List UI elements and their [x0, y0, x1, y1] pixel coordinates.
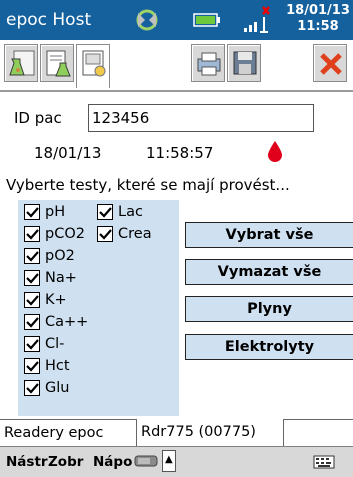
test-label: pCO2 [45, 226, 85, 242]
test-label: Na+ [45, 270, 77, 286]
blood-drop-icon [268, 141, 282, 162]
checkbox-icon [24, 226, 40, 242]
test-label: Cl- [45, 336, 65, 352]
clock-time: 11:58 [297, 19, 339, 34]
flask-test-button[interactable] [4, 44, 38, 82]
keyboard-icon[interactable] [313, 454, 335, 470]
tab-reader-775[interactable]: Rdr775 (00775) [137, 419, 284, 447]
test-label: Hct [45, 358, 70, 374]
clock: 18/01/13 11:58 [285, 3, 351, 35]
document-flask-button[interactable] [40, 44, 74, 82]
title-bar: epoc Host 18/01/13 11:58 [0, 0, 353, 40]
card-reader-icon[interactable] [134, 451, 160, 471]
checkbox-icon [24, 204, 40, 220]
tab-bar: Readery epoc Rdr775 (00775) [0, 419, 353, 447]
checkbox-icon [24, 314, 40, 330]
input-panel-toggle[interactable]: ▲ [162, 450, 176, 472]
tab-readers[interactable]: Readery epoc [0, 420, 137, 447]
electrolytes-button[interactable]: Elektrolyty [185, 334, 353, 360]
flask-test-icon [9, 50, 35, 76]
sync-icon[interactable] [133, 7, 161, 33]
toolbar [0, 40, 353, 92]
save-icon [233, 51, 257, 75]
select-all-button[interactable]: Vybrat vše [185, 222, 353, 248]
test-label: K+ [45, 292, 67, 308]
print-button[interactable] [191, 44, 225, 82]
close-button[interactable] [313, 44, 347, 82]
checkbox-icon [24, 358, 40, 374]
checkbox-icon [97, 226, 113, 242]
checkbox-icon [24, 336, 40, 352]
test-label: Ca++ [45, 314, 89, 330]
checkbox-icon [24, 292, 40, 308]
card-button[interactable] [76, 44, 110, 88]
checkbox-icon [24, 270, 40, 286]
test-selection-panel: pH Lac pCO2 Crea pO2 Na+ K+ Ca++ Cl- Hct… [18, 200, 179, 416]
clock-date: 18/01/13 [286, 3, 350, 18]
close-icon [320, 53, 342, 75]
menu-tools[interactable]: Nástr [6, 454, 48, 470]
gases-button[interactable]: Plyny [185, 296, 353, 322]
test-time: 11:58:57 [146, 144, 214, 162]
main-content: ID pac 18/01/13 11:58:57 Vyberte testy, … [0, 94, 353, 416]
document-flask-icon [46, 50, 71, 77]
menu-view[interactable]: Zobr [48, 454, 83, 470]
patient-id-label: ID pac [14, 109, 62, 127]
test-label: Lac [118, 204, 143, 220]
card-icon [82, 50, 106, 77]
test-label: pO2 [45, 248, 75, 264]
battery-icon[interactable] [193, 13, 221, 27]
signal-icon[interactable] [243, 5, 273, 35]
save-button[interactable] [227, 44, 261, 82]
menu-help[interactable]: Nápo [93, 454, 132, 470]
test-label: Glu [45, 380, 70, 396]
triangle-up-icon: ▲ [165, 454, 173, 465]
patient-id-input[interactable] [88, 104, 314, 132]
clear-all-button[interactable]: Vymazat vše [185, 259, 353, 285]
checkbox-icon [24, 248, 40, 264]
select-tests-prompt: Vyberte testy, které se mají provést... [6, 176, 290, 194]
checkbox-icon [97, 204, 113, 220]
test-label: pH [45, 204, 66, 220]
test-label: Crea [118, 226, 152, 242]
checkbox-icon [24, 380, 40, 396]
test-date: 18/01/13 [34, 144, 102, 162]
menu-bar: Nástr Zobr Nápo ▲ [0, 446, 353, 477]
app-title: epoc Host [6, 10, 92, 30]
printer-icon [197, 52, 221, 76]
